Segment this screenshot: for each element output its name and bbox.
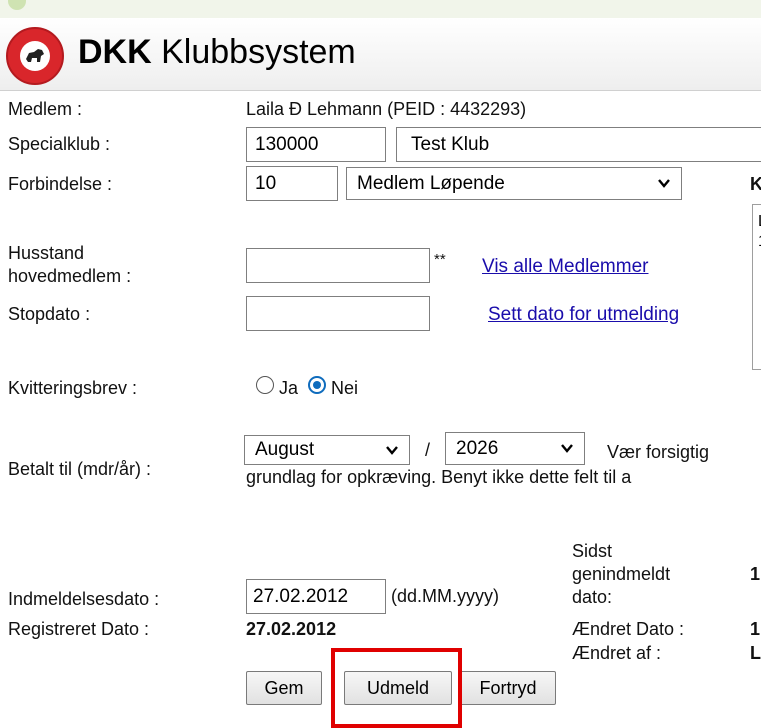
chevron-down-icon (561, 444, 573, 453)
udmeld-highlight-annotation (331, 648, 462, 728)
specialklub-label: Specialklub : (8, 134, 111, 154)
fortryd-button[interactable]: Fortryd (460, 671, 556, 705)
betalt-year-select[interactable]: 2026 (445, 432, 585, 465)
vis-alle-medlemmer-link[interactable]: Vis alle Medlemmer (482, 256, 648, 278)
stopdato-input[interactable] (246, 296, 430, 331)
aendret-dato-label: Ændret Dato : (572, 619, 685, 639)
dog-icon (26, 49, 44, 62)
husstand-required-marker: ** (434, 251, 446, 268)
husstand-label-line2: hovedmedlem : (8, 266, 132, 286)
aendret-dato-value: 1 (750, 619, 761, 639)
chevron-down-icon (658, 179, 670, 188)
betalt-month-selected: August (255, 439, 315, 460)
betalt-month-select[interactable]: August (244, 435, 410, 465)
gem-button[interactable]: Gem (246, 671, 322, 705)
sidst-label-line2: genindmeldt (572, 564, 671, 584)
betalt-separator: / (425, 440, 431, 460)
dkk-logo-icon (6, 27, 64, 85)
side-label-partial: K (750, 174, 761, 194)
husstand-input[interactable] (246, 248, 430, 283)
registreret-label: Registreret Dato : (8, 619, 150, 639)
indmeldelse-label: Indmeldelsesdato : (8, 589, 160, 609)
aendret-af-value: L (750, 643, 761, 663)
kvittering-nei-label: Nei (331, 378, 359, 398)
betalt-label: Betalt til (mdr/år) : (8, 459, 152, 479)
browser-top-strip (0, 0, 761, 19)
kvittering-ja-label: Ja (279, 378, 299, 398)
indmeldelse-date-field[interactable]: 27.02.2012 (246, 579, 386, 614)
member-label: Medlem : (8, 99, 83, 119)
kvittering-label: Kvitteringsbrev : (8, 378, 138, 398)
forbindelse-select[interactable]: Medlem Løpende (346, 167, 682, 200)
husstand-label-line1: Husstand (8, 243, 85, 263)
member-value: Laila Ð Lehmann (PEID : 4432293) (246, 99, 527, 119)
kvittering-ja-radio[interactable] (256, 376, 274, 394)
betalt-warning-line2: grundlag for opkræving. Benyt ikke dette… (246, 467, 632, 487)
sidst-label-line1: Sidst (572, 541, 613, 561)
specialklub-code-field[interactable]: 130000 (246, 127, 386, 162)
side-textarea[interactable]: L 1 (752, 204, 761, 370)
kvittering-nei-radio[interactable] (308, 376, 326, 394)
forbindelse-label: Forbindelse : (8, 174, 113, 194)
chevron-down-icon (386, 446, 398, 455)
sett-dato-for-utmelding-link[interactable]: Sett dato for utmelding (488, 304, 679, 326)
betalt-year-selected: 2026 (456, 438, 499, 459)
stopdato-label: Stopdato : (8, 304, 91, 324)
app-title: DKK Klubbsystem (78, 33, 356, 71)
logo-dog-emblem (20, 41, 50, 71)
sidst-label-line3: dato: (572, 587, 613, 607)
sidst-genindmeldt-value: 1 (750, 564, 761, 584)
betalt-warning-line1: Vær forsigtig (607, 442, 710, 462)
indmeldelse-format-hint: (dd.MM.yyyy) (391, 586, 499, 606)
specialklub-name-field[interactable]: Test Klub (396, 127, 761, 162)
aendret-af-label: Ændret af : (572, 643, 662, 663)
forbindelse-code-field[interactable]: 10 (246, 166, 338, 201)
forbindelse-selected: Medlem Løpende (357, 173, 505, 194)
registreret-value: 27.02.2012 (246, 619, 337, 639)
